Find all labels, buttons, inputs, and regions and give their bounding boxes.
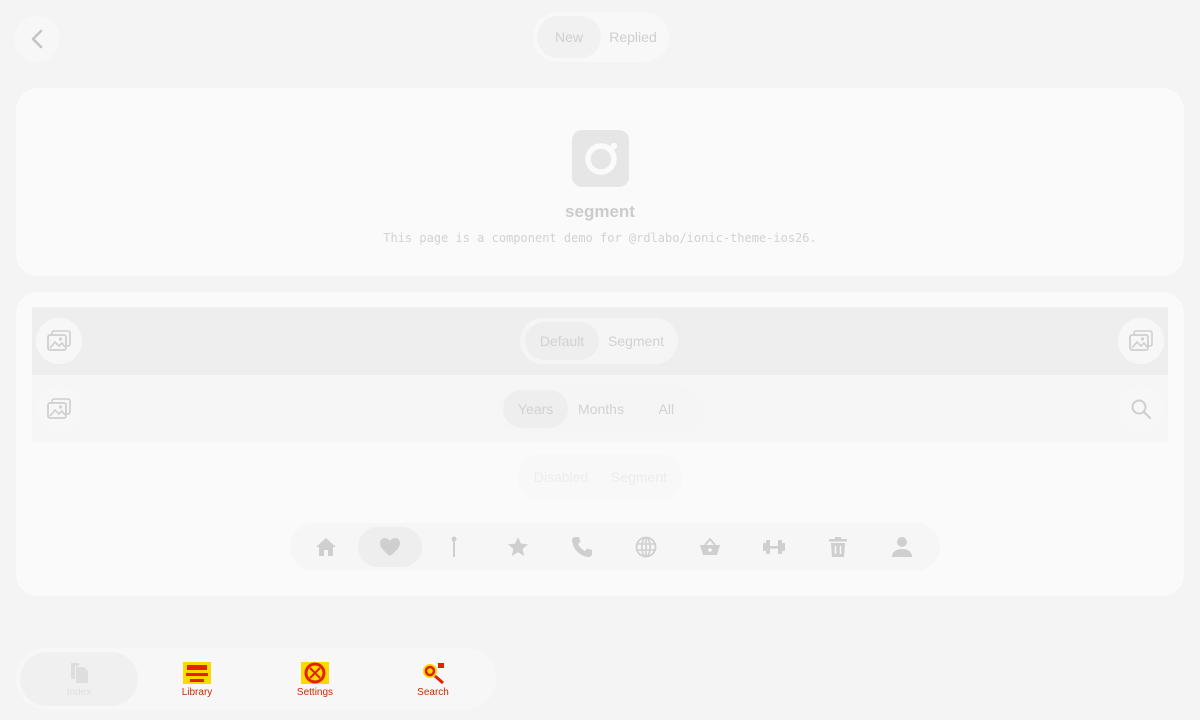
segment-globe[interactable] — [614, 527, 678, 567]
image-icon — [47, 398, 71, 419]
segment-person[interactable] — [870, 527, 934, 567]
tab-search[interactable]: Search — [374, 652, 492, 706]
basket-icon — [700, 537, 720, 555]
page-title: segment — [565, 202, 635, 221]
tab-library[interactable]: Library — [138, 652, 256, 706]
tab-index[interactable]: Index — [20, 652, 138, 706]
segment-disabled-option: Disabled — [533, 469, 589, 485]
tab-settings-label: Settings — [296, 686, 334, 698]
toolbar-default: Default Segment — [32, 307, 1168, 375]
segment-barbell[interactable] — [742, 527, 806, 567]
search-icon — [423, 662, 444, 684]
segment-new[interactable]: New — [537, 16, 601, 58]
barbell-icon — [763, 540, 785, 554]
back-button[interactable] — [14, 16, 60, 62]
pin-icon — [451, 536, 457, 557]
trash-icon — [829, 537, 847, 557]
segment-disabled-second-option: Segment — [610, 469, 668, 485]
toolbar2-search-button[interactable] — [1118, 386, 1164, 432]
segment-replied[interactable]: Replied — [601, 16, 665, 58]
tab-bar: Index Library Settings Search — [16, 648, 496, 710]
segment-default-option[interactable]: Default — [525, 322, 599, 360]
tab-library-label: Library — [181, 686, 213, 698]
segment-pin[interactable] — [422, 527, 486, 567]
segment-default[interactable]: Default Segment — [520, 318, 678, 364]
tab-settings[interactable]: Settings — [256, 652, 374, 706]
segment-heart[interactable] — [358, 527, 422, 567]
home-icon — [316, 538, 336, 556]
segment-disabled: Disabled Segment — [517, 454, 683, 500]
segment-star[interactable] — [486, 527, 550, 567]
toolbar1-start-button[interactable] — [36, 318, 82, 364]
documents-icon — [71, 662, 88, 683]
segment-basket[interactable] — [678, 527, 742, 567]
globe-icon — [635, 536, 657, 558]
settings-icon — [301, 661, 329, 684]
segment-months-option[interactable]: Months — [568, 390, 633, 428]
segment-all-option[interactable]: All — [634, 390, 699, 428]
tab-index-label: Index — [66, 686, 92, 698]
toolbar2-start-button[interactable] — [36, 386, 82, 432]
segment-segment-option[interactable]: Segment — [599, 322, 673, 360]
call-icon — [572, 537, 592, 557]
image-icon — [1129, 330, 1153, 351]
toolbar1-end-button[interactable] — [1118, 318, 1164, 364]
segment-call[interactable] — [550, 527, 614, 567]
tab-search-label: Search — [417, 686, 449, 698]
heart-icon — [380, 538, 400, 556]
header-segment[interactable]: New Replied — [533, 12, 669, 62]
segment-time-range[interactable]: Years Months All — [498, 386, 704, 432]
icon-segment[interactable] — [290, 523, 940, 571]
page-description: This page is a component demo for @rdlab… — [383, 231, 817, 245]
segment-years-option[interactable]: Years — [503, 390, 569, 428]
segment-trash[interactable] — [806, 527, 870, 567]
toolbar-time-range: Years Months All — [32, 375, 1168, 443]
star-icon — [508, 537, 528, 556]
chevron-back-icon — [31, 29, 43, 49]
library-icon — [183, 661, 211, 684]
segment-home[interactable] — [294, 527, 358, 567]
instagram-logo-icon — [572, 130, 629, 187]
person-icon — [892, 537, 912, 557]
search-icon — [1131, 399, 1152, 420]
intro-card: segment This page is a component demo fo… — [16, 88, 1184, 276]
image-icon — [47, 330, 71, 351]
toolbar-icons — [32, 511, 1168, 581]
segment-demo-card: Default Segment Years Months All Disable… — [16, 292, 1184, 596]
toolbar-disabled: Disabled Segment — [32, 443, 1168, 511]
